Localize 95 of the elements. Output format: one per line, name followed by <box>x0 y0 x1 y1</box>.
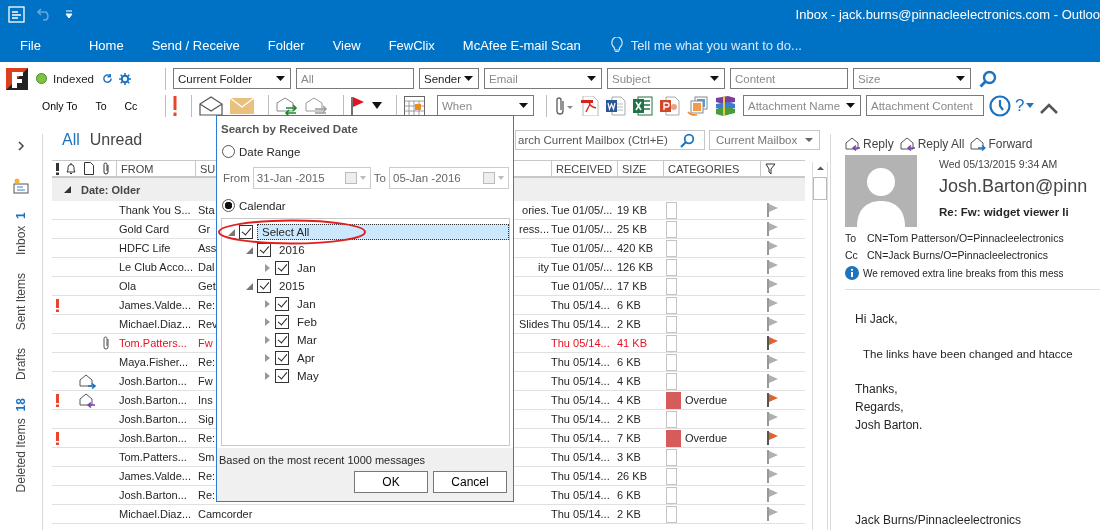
unread-count: 18 <box>14 398 28 412</box>
sender-cell-text: Tom.Patters... <box>118 450 188 465</box>
received-cell-text: Tue 01/05/... <box>551 222 614 237</box>
received-cell-text: Thu 05/14... <box>551 507 611 522</box>
body-text: The links have been changed and htacce <box>863 347 1074 362</box>
received-cell-text: Thu 05/14... <box>551 488 611 503</box>
sender-cell-text: Maya.Fisher... <box>118 355 190 370</box>
subject-cell: Ins <box>198 394 213 406</box>
subject-cell: Re: <box>198 470 216 482</box>
from-label: From <box>223 172 250 184</box>
dialog-title: Search by Received Date <box>221 123 359 135</box>
message-sender: Josh.Barton@pinn <box>939 176 1088 197</box>
sender-cell-text: Gold Card <box>118 222 171 237</box>
signature-text: Jack Burns/Pinnacleelectronics <box>855 513 1022 527</box>
received-cell-text: Thu 05/14... <box>551 393 611 408</box>
subject-cell: Sig <box>198 413 214 425</box>
received-cell-text: Thu 05/14... <box>551 431 611 446</box>
recipient-value: CN=Tom Patterson/O=Pinnacleelectronics <box>867 232 1064 244</box>
index-status: Indexed <box>53 72 94 85</box>
recipient-value: CN=Jack Burns/O=Pinnacleelectronics <box>867 249 1048 261</box>
received-cell-text: Tue 01/05/... <box>551 279 614 294</box>
size-cell-text: 4 KB <box>617 374 642 389</box>
subject-cell: Ass <box>198 242 217 254</box>
subject-cell: Gr <box>198 223 211 235</box>
sender-cell-text: Ola <box>118 279 138 294</box>
sender-cell-text: Michael.Diaz... <box>118 317 193 332</box>
subject-cell: ity <box>538 261 549 273</box>
to-label: To <box>373 172 386 184</box>
sender-cell-text: Michael.Diaz... <box>118 507 193 522</box>
subject-cell: Re: <box>198 356 216 368</box>
body-text: Josh Barton. <box>855 417 924 434</box>
size-cell-text: 2 KB <box>617 507 642 522</box>
subject-cell: Get <box>198 280 216 292</box>
sender-cell-text: HDFC Life <box>118 241 172 256</box>
received-cell-text: Tue 01/05/... <box>551 203 614 218</box>
sender-cell-text: James.Valde... <box>118 298 192 313</box>
sender-cell-text: Josh.Barton... <box>118 393 188 408</box>
subject-cell: Re: <box>198 299 216 311</box>
sender-cell-text: James.Valde... <box>118 469 192 484</box>
size-cell-text: 25 KB <box>617 222 648 237</box>
size-cell-text: 420 KB <box>617 241 655 256</box>
size-cell-text: 17 KB <box>617 279 648 294</box>
sender-cell-text: Josh.Barton... <box>118 374 188 389</box>
category-label: Overdue <box>685 432 728 444</box>
subject-cell: Fw <box>198 337 213 349</box>
subject-cell: Re: <box>198 432 216 444</box>
size-cell-text: 7 KB <box>617 431 642 446</box>
category-label: Overdue <box>685 394 728 406</box>
size-cell-text: 6 KB <box>617 488 642 503</box>
size-cell-text: 41 KB <box>617 336 648 351</box>
received-cell-text: Thu 05/14... <box>551 317 611 332</box>
subject-cell: Sta <box>198 204 215 216</box>
dialog-note: Based on the most recent 1000 messages <box>219 454 427 466</box>
received-cell-text: Thu 05/14... <box>551 374 611 389</box>
subject-cell: Sm <box>198 451 215 463</box>
body-text: Regards, <box>855 399 905 416</box>
sender-cell-text: Tom.Patters... <box>118 336 188 351</box>
size-cell-text: 6 KB <box>617 298 642 313</box>
info-message: We removed extra line breaks from this mess <box>863 267 1064 279</box>
window-title: Inbox - jack.burns@pinnacleelectronics.com - Outloo <box>795 6 1100 22</box>
subject-cell: Slides <box>519 318 549 330</box>
subject-cell: ress... <box>519 223 549 235</box>
body-text: Hi Jack, <box>855 311 899 328</box>
received-cell-text: Tue 01/05/... <box>551 260 614 275</box>
received-cell-text: Thu 05/14... <box>551 412 611 427</box>
sender-cell-text: Josh.Barton... <box>118 431 188 446</box>
message-subject: Re: Fw: widget viewer li <box>939 206 1070 218</box>
received-cell-text: Thu 05/14... <box>551 298 611 313</box>
subject-cell: Re: <box>198 489 216 501</box>
group-label: Date: Older <box>81 183 141 196</box>
body-text: Thanks, <box>855 381 899 398</box>
received-cell-text: Thu 05/14... <box>551 355 611 370</box>
received-cell-text: Thu 05/14... <box>551 336 611 351</box>
size-cell-text: 3 KB <box>617 450 642 465</box>
subject-cell: Fw <box>198 375 213 387</box>
size-cell-text: 6 KB <box>617 355 642 370</box>
size-cell-text: 19 KB <box>617 203 648 218</box>
subject-cell: Camcorder <box>198 508 253 520</box>
sender-cell-text: Le Club Acco... <box>118 260 194 275</box>
recipient-label: To <box>845 232 855 244</box>
sender-cell-text: Josh.Barton... <box>118 412 188 427</box>
received-cell-text: Tue 01/05/... <box>551 241 614 256</box>
subject-cell: ories. <box>522 204 549 216</box>
sender-cell-text: Thank You S... <box>118 203 192 218</box>
size-cell-text: 2 KB <box>617 317 642 332</box>
received-cell-text: Thu 05/14... <box>551 450 611 465</box>
unread-count: 1 <box>14 212 28 219</box>
size-cell-text: 126 KB <box>617 260 655 275</box>
message-date: Wed 05/13/2015 9:34 AM <box>939 158 1059 170</box>
subject-cell: Dal <box>198 261 215 273</box>
size-cell-text: 2 KB <box>617 412 642 427</box>
size-cell-text: 26 KB <box>617 469 648 484</box>
received-cell-text: Thu 05/14... <box>551 469 611 484</box>
size-cell-text: 4 KB <box>617 393 642 408</box>
sender-cell-text: Josh.Barton... <box>118 488 188 503</box>
